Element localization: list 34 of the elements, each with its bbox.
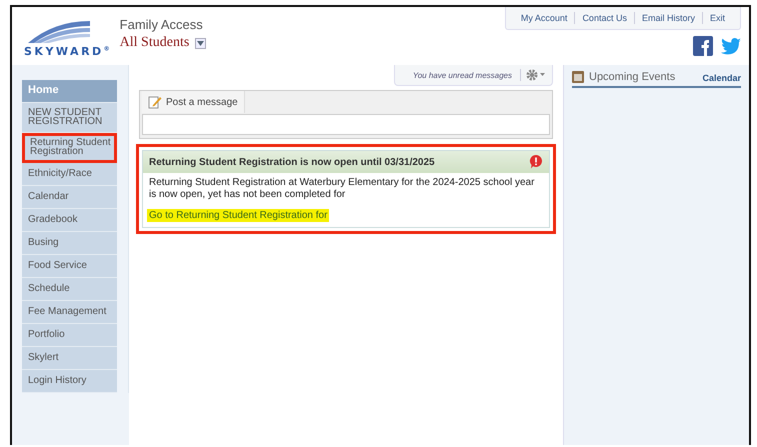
top-link[interactable]: My Account [514, 13, 574, 23]
bird-icon[interactable] [721, 38, 741, 54]
sidebar-item[interactable]: Ethnicity/Race [22, 163, 117, 186]
sidebar-item[interactable]: Schedule [22, 278, 117, 301]
settings-icon[interactable] [520, 69, 546, 81]
top-link[interactable]: Contact Us [575, 13, 634, 23]
post-message-tab[interactable]: Post a message [142, 91, 245, 113]
facebook-icon[interactable] [693, 36, 713, 56]
calendar-icon [572, 71, 584, 83]
sidebar-item[interactable]: Busing [22, 232, 117, 255]
sidebar-item[interactable]: Calendar [22, 186, 117, 209]
unread-messages-link[interactable]: You have unread messages [412, 70, 512, 80]
top-link[interactable]: Exit [702, 13, 732, 23]
notice-title: Returning Student Registration is now open until 03/31/2025 [149, 156, 435, 168]
sidebar-item[interactable]: Fee Management [22, 301, 117, 324]
dropdown-icon[interactable] [195, 38, 206, 48]
pencil-note-icon [148, 95, 162, 109]
notice-text: Returning Student Registration at Waterbury Elementary for the 2024-2025 school year is now open, yet has not been completed for [149, 177, 536, 201]
registration-link[interactable]: Go to Returning Student Registration for [147, 209, 330, 222]
sidebar-item[interactable]: Gradebook [22, 209, 117, 232]
message-input-field[interactable] [142, 114, 550, 135]
alert-icon [529, 155, 543, 169]
sidebar-item[interactable]: Login History [22, 370, 117, 393]
sidebar-item[interactable]: NEW STUDENT REGISTRATION [22, 103, 117, 133]
events-title: Upcoming Events [589, 71, 676, 83]
sidebar-item[interactable]: Portfolio [22, 324, 117, 347]
sidebar-item[interactable]: Returning Student Registration [22, 133, 117, 163]
sidebar-item[interactable]: Food Service [22, 255, 117, 278]
calendar-link[interactable]: Calendar [702, 73, 741, 83]
student-selector[interactable]: All Students [120, 35, 190, 51]
logo-text: SKYWARD$^{®}$ [24, 45, 110, 58]
sidebar-item[interactable]: Skylert [22, 347, 117, 370]
app-title: Family Access [120, 17, 204, 32]
top-link[interactable]: Email History [634, 13, 702, 23]
